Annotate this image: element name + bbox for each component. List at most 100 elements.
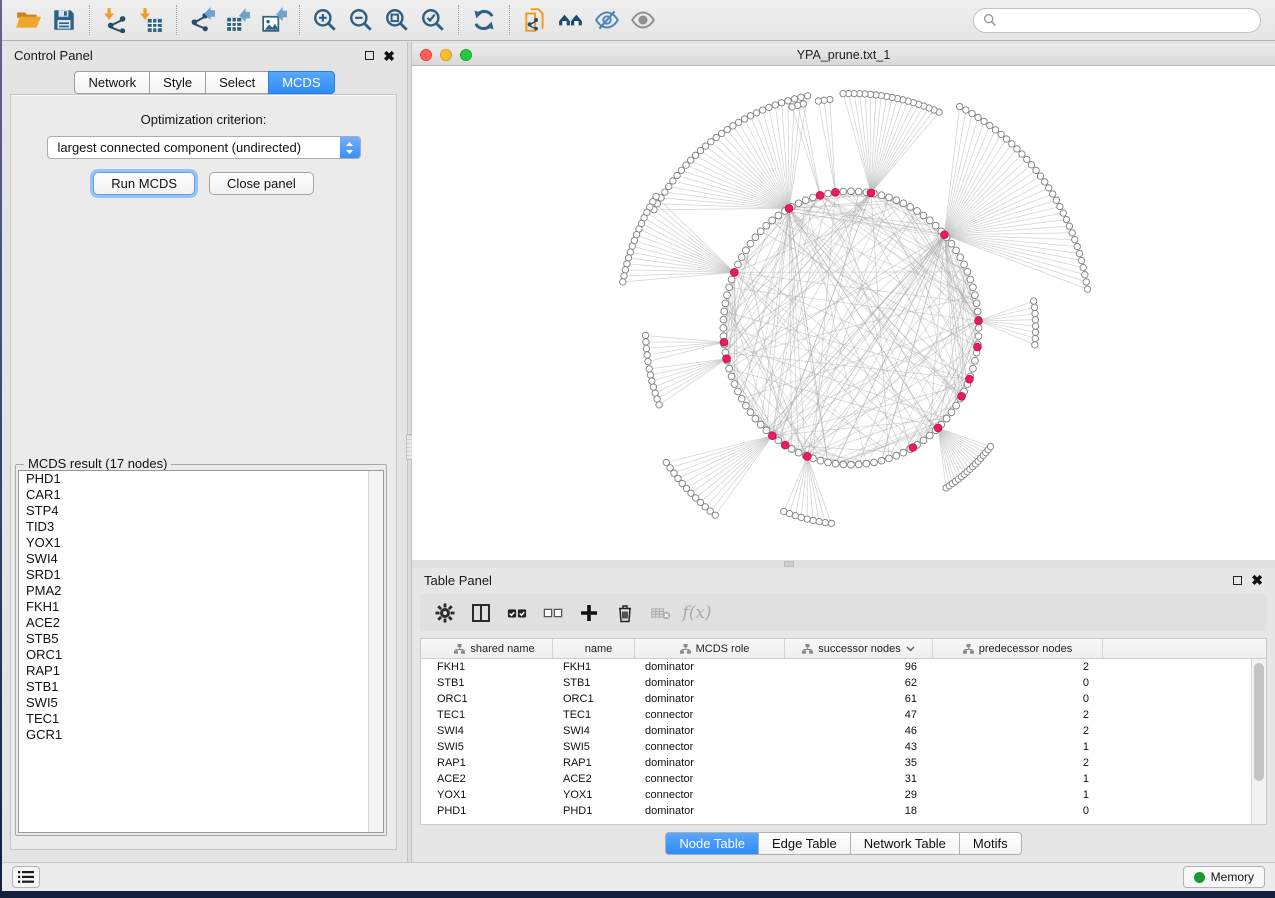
graph-node[interactable] xyxy=(747,240,754,247)
graph-leaf-node[interactable] xyxy=(1032,310,1038,316)
graph-leaf-node[interactable] xyxy=(1014,146,1020,152)
mcds-result-item[interactable]: STB1 xyxy=(19,679,383,695)
graph-node[interactable] xyxy=(893,452,900,459)
graph-leaf-node[interactable] xyxy=(778,100,784,106)
graph-leaf-node[interactable] xyxy=(741,116,747,122)
memory-button[interactable]: Memory xyxy=(1183,866,1265,888)
graph-leaf-node[interactable] xyxy=(987,443,993,449)
graph-node[interactable] xyxy=(775,437,782,444)
graph-leaf-node[interactable] xyxy=(718,130,724,136)
search-input[interactable] xyxy=(1003,13,1251,28)
graph-leaf-node[interactable] xyxy=(1028,162,1034,168)
mcds-result-item[interactable]: FKH1 xyxy=(19,599,383,615)
hide-details-button[interactable] xyxy=(589,3,625,37)
graph-leaf-node[interactable] xyxy=(969,110,975,116)
graph-leaf-node[interactable] xyxy=(810,517,816,523)
mcds-result-item[interactable]: YOX1 xyxy=(19,535,383,551)
graph-leaf-node[interactable] xyxy=(789,104,795,110)
graph-leaf-node[interactable] xyxy=(1032,317,1038,323)
zoom-fit-button[interactable] xyxy=(379,3,415,37)
graph-node[interactable] xyxy=(953,402,960,409)
graph-leaf-node[interactable] xyxy=(688,157,694,163)
graph-hub-node[interactable] xyxy=(781,441,789,449)
mcds-result-list[interactable]: PHD1CAR1STP4TID3YOX1SWI4SRD1PMA2FKH1ACE2… xyxy=(18,470,384,833)
tab-motifs[interactable]: Motifs xyxy=(959,832,1022,855)
graph-leaf-node[interactable] xyxy=(650,384,656,390)
mcds-result-item[interactable]: SWI4 xyxy=(19,551,383,567)
graph-leaf-node[interactable] xyxy=(1032,329,1038,335)
graph-leaf-node[interactable] xyxy=(1024,156,1030,162)
graph-hub-node[interactable] xyxy=(965,375,973,383)
graph-leaf-node[interactable] xyxy=(1032,342,1038,348)
graph-leaf-node[interactable] xyxy=(760,107,766,113)
graph-node[interactable] xyxy=(735,261,742,268)
graph-leaf-node[interactable] xyxy=(730,123,736,129)
graph-hub-node[interactable] xyxy=(730,268,738,276)
save-session-button[interactable] xyxy=(46,3,82,37)
graph-leaf-node[interactable] xyxy=(643,339,649,345)
graph-node[interactable] xyxy=(974,308,981,315)
graph-leaf-node[interactable] xyxy=(804,93,810,99)
graph-node[interactable] xyxy=(802,197,809,204)
graph-leaf-node[interactable] xyxy=(1031,298,1037,304)
graph-node[interactable] xyxy=(724,292,731,299)
graph-leaf-node[interactable] xyxy=(975,114,981,120)
mcds-result-item[interactable]: SRD1 xyxy=(19,567,383,583)
mcds-result-item[interactable]: CAR1 xyxy=(19,487,383,503)
table-row[interactable]: ACE2ACE2connector311 xyxy=(421,771,1266,787)
column-header-mcds-role[interactable]: MCDS role xyxy=(635,639,785,658)
graph-node[interactable] xyxy=(878,457,885,464)
graph-leaf-node[interactable] xyxy=(1060,210,1066,216)
graph-leaf-node[interactable] xyxy=(647,372,653,378)
graph-node[interactable] xyxy=(752,415,759,422)
result-list-scrollbar[interactable] xyxy=(368,471,383,832)
graph-leaf-node[interactable] xyxy=(1037,173,1043,179)
graph-leaf-node[interactable] xyxy=(643,345,649,351)
graph-node[interactable] xyxy=(720,316,727,323)
tab-network-table[interactable]: Network Table xyxy=(850,832,960,855)
create-column-button[interactable] xyxy=(574,598,604,628)
graph-node[interactable] xyxy=(973,300,980,307)
graph-leaf-node[interactable] xyxy=(646,366,652,372)
graph-node[interactable] xyxy=(817,457,824,464)
mcds-result-item[interactable]: SWI5 xyxy=(19,695,383,711)
zoom-selected-button[interactable] xyxy=(415,3,451,37)
graph-leaf-node[interactable] xyxy=(625,255,631,261)
graph-node[interactable] xyxy=(920,212,927,219)
graph-node[interactable] xyxy=(775,212,782,219)
tab-network[interactable]: Network xyxy=(74,71,150,94)
graph-node[interactable] xyxy=(907,204,914,211)
graph-node[interactable] xyxy=(840,461,847,468)
graph-leaf-node[interactable] xyxy=(753,110,759,116)
graph-leaf-node[interactable] xyxy=(987,122,993,128)
table-row[interactable]: SWI4SWI4dominator462 xyxy=(421,723,1266,739)
close-panel-icon[interactable]: ✖ xyxy=(383,51,395,61)
graph-leaf-node[interactable] xyxy=(708,139,714,145)
graph-leaf-node[interactable] xyxy=(747,113,753,119)
graph-leaf-node[interactable] xyxy=(766,104,772,110)
graph-node[interactable] xyxy=(957,254,964,261)
import-table-button[interactable] xyxy=(133,3,169,37)
graph-node[interactable] xyxy=(757,421,764,428)
graph-leaf-node[interactable] xyxy=(645,358,651,364)
graph-hub-node[interactable] xyxy=(768,432,776,440)
zoom-out-button[interactable] xyxy=(343,3,379,37)
graph-node[interactable] xyxy=(926,432,933,439)
graph-leaf-node[interactable] xyxy=(1066,223,1072,229)
mcds-result-item[interactable]: PMA2 xyxy=(19,583,383,599)
graph-node[interactable] xyxy=(728,276,735,283)
graph-leaf-node[interactable] xyxy=(1033,167,1039,173)
mcds-result-item[interactable]: RAP1 xyxy=(19,663,383,679)
graph-leaf-node[interactable] xyxy=(1031,304,1037,310)
graph-node[interactable] xyxy=(735,388,742,395)
graph-node[interactable] xyxy=(720,325,727,332)
delete-column-button[interactable] xyxy=(610,598,640,628)
graph-leaf-node[interactable] xyxy=(822,519,828,525)
graph-leaf-node[interactable] xyxy=(1084,286,1090,292)
graph-node[interactable] xyxy=(855,188,862,195)
graph-leaf-node[interactable] xyxy=(1053,197,1059,203)
graph-hub-node[interactable] xyxy=(816,191,824,199)
graph-leaf-node[interactable] xyxy=(963,107,969,113)
graph-node[interactable] xyxy=(825,190,832,197)
column-header-shared-name[interactable]: shared name xyxy=(421,639,553,658)
